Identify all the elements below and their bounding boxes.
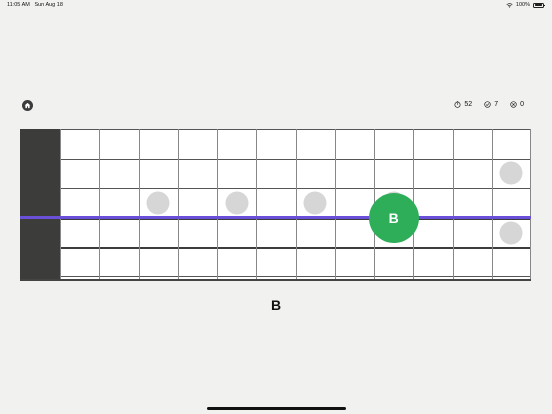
wifi-icon (506, 2, 513, 8)
battery-icon (533, 2, 545, 8)
fret-line (334, 129, 336, 279)
fret-marker-dot (225, 191, 249, 215)
status-time-date: 11:05 AM Sun Aug 18 (7, 2, 63, 8)
correct-value: 7 (494, 101, 499, 108)
fret-line (295, 129, 297, 279)
fretboard-nut (20, 129, 60, 279)
fret-marker-dot (499, 221, 523, 245)
fret-grid (60, 129, 531, 279)
fret-line (452, 129, 454, 279)
highlighted-string (20, 216, 531, 220)
timer-value: 52 (464, 101, 473, 108)
fret-line (99, 129, 101, 279)
status-right: 100% (506, 2, 545, 8)
fretboard[interactable]: B (20, 129, 531, 281)
house-icon (24, 102, 31, 109)
fret-line (256, 129, 258, 279)
fret-marker-dot (499, 161, 523, 185)
x-circle-icon (510, 101, 517, 108)
question-note: B (270, 297, 282, 313)
target-note-circle[interactable]: B (368, 192, 419, 243)
checkmark-circle-icon (484, 101, 491, 108)
fret-marker-dot (146, 191, 170, 215)
wrong-stat: 0 (510, 101, 524, 108)
status-bar: 11:05 AM Sun Aug 18 100% (0, 0, 552, 12)
stats-bar: 52 7 0 (454, 101, 524, 108)
fret-line (217, 129, 218, 279)
fret-line (60, 129, 61, 279)
fret-line (177, 129, 179, 279)
wrong-value: 0 (520, 101, 524, 108)
home-indicator (207, 407, 346, 410)
fret-marker-dot (303, 191, 327, 215)
target-note-label: B (388, 209, 399, 226)
fret-line (530, 129, 531, 279)
battery-percent: 100% (515, 2, 530, 8)
correct-stat: 7 (484, 101, 498, 108)
fret-line (138, 129, 140, 279)
fret-line (491, 129, 493, 279)
home-button[interactable] (22, 100, 33, 111)
timer-icon (454, 101, 461, 108)
timer-stat: 52 (454, 101, 472, 108)
